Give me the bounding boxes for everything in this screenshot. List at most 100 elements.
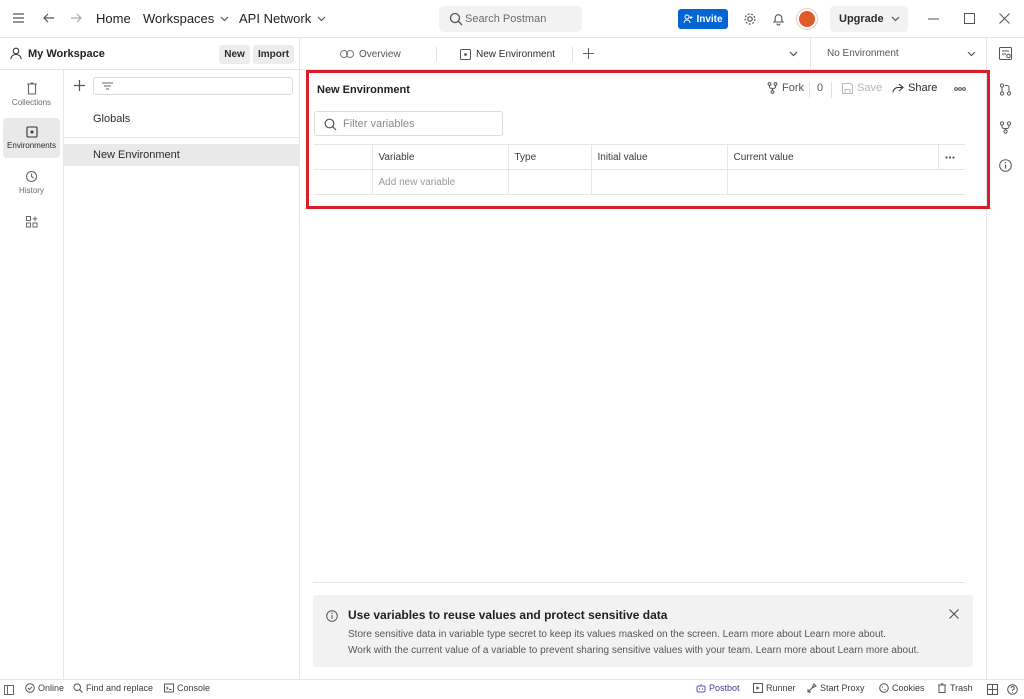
banner-divider <box>313 582 965 583</box>
fork-count[interactable]: 0 <box>817 82 823 94</box>
column-header-current-value: Current value <box>726 144 938 170</box>
tab-new-environment[interactable]: New Environment <box>460 38 555 70</box>
workspace-name: My Workspace <box>28 48 105 60</box>
upgrade-button[interactable]: Upgrade <box>830 6 908 32</box>
tab-separator <box>572 47 573 61</box>
share-arrow-icon <box>892 83 904 93</box>
runner-play-icon <box>753 683 763 693</box>
search-icon <box>449 12 463 26</box>
sidebar-divider <box>64 137 300 138</box>
tab-overview-label: Overview <box>359 48 401 60</box>
start-proxy-button[interactable]: Start Proxy <box>807 683 865 693</box>
share-button[interactable]: Share <box>892 82 937 94</box>
api-network-menu[interactable]: API Network <box>239 11 326 26</box>
filter-lines-icon <box>102 82 113 90</box>
runner-button[interactable]: Runner <box>753 683 796 693</box>
postbot-icon <box>696 684 706 693</box>
notifications-bell-icon[interactable] <box>772 12 785 26</box>
minimize-window-icon[interactable] <box>928 18 939 20</box>
initial-value-cell[interactable] <box>590 169 727 195</box>
title-bar: Home Workspaces API Network Search Postm… <box>0 0 1024 38</box>
overview-icon <box>340 50 354 58</box>
chevron-down-icon <box>220 16 229 21</box>
save-button[interactable]: Save <box>842 82 882 94</box>
info-icon <box>326 610 338 622</box>
user-avatar[interactable] <box>797 9 817 29</box>
column-header-variable: Variable <box>371 144 508 170</box>
cookies-button[interactable]: Cookies <box>879 683 925 693</box>
invite-button[interactable]: Invite <box>678 9 728 29</box>
forward-arrow-icon[interactable] <box>70 12 83 24</box>
type-cell[interactable] <box>507 169 591 195</box>
new-tab-plus-icon[interactable] <box>583 48 594 59</box>
filter-variables-placeholder: Filter variables <box>343 117 415 130</box>
environment-title[interactable]: New Environment <box>317 84 410 96</box>
tab-list-chevron-icon[interactable] <box>789 51 798 57</box>
add-user-icon <box>683 14 693 24</box>
column-options-icon[interactable] <box>944 155 955 159</box>
info-icon[interactable] <box>999 159 1012 172</box>
fork-icon[interactable] <box>999 121 1012 134</box>
rail-item-history[interactable]: History <box>3 162 60 202</box>
postbot-button[interactable]: Postbot <box>696 683 740 693</box>
runner-label: Runner <box>766 683 796 693</box>
save-disk-icon <box>842 82 853 94</box>
settings-gear-icon[interactable] <box>743 12 757 26</box>
workspace-header: My Workspace New Import <box>0 38 300 70</box>
add-new-variable-input[interactable]: Add new variable <box>371 169 508 195</box>
rail-item-environments[interactable]: Environments <box>3 118 60 158</box>
fork-icon <box>767 82 778 94</box>
environments-sidebar: Globals New Environment <box>64 70 300 679</box>
proxy-icon <box>807 683 817 693</box>
back-arrow-icon[interactable] <box>42 12 55 24</box>
sidebar-item-globals[interactable]: Globals <box>64 108 300 130</box>
close-icon[interactable] <box>949 609 959 619</box>
rail-configure-apps-icon[interactable] <box>3 210 60 234</box>
console-label: Console <box>177 683 211 693</box>
rail-item-collections[interactable]: Collections <box>3 74 60 114</box>
new-button[interactable]: New <box>219 45 250 64</box>
table-header-row: Variable Type Initial value Current valu… <box>314 144 965 170</box>
current-value-cell[interactable] <box>726 169 938 195</box>
environment-editor: New Environment Fork 0 Save Share Filter… <box>300 70 990 679</box>
close-window-icon[interactable] <box>999 13 1010 24</box>
find-replace-label: Find and replace <box>86 683 154 693</box>
workspaces-menu[interactable]: Workspaces <box>143 11 229 26</box>
left-rail: Collections Environments History <box>0 70 64 679</box>
fork-button[interactable]: Fork <box>767 82 804 94</box>
sidebar-item-new-environment[interactable]: New Environment <box>64 144 300 166</box>
console-button[interactable]: Console <box>164 683 210 693</box>
hamburger-menu-icon[interactable] <box>12 12 25 24</box>
action-separator <box>831 82 832 98</box>
environment-quick-look-icon[interactable] <box>999 47 1012 60</box>
checkbox-column-header <box>314 144 372 170</box>
search-input[interactable]: Search Postman <box>439 6 582 32</box>
column-header-type: Type <box>507 144 591 170</box>
start-proxy-label: Start Proxy <box>820 683 865 693</box>
toggle-sidebar-icon[interactable] <box>4 685 14 695</box>
info-banner: Use variables to reuse values and protec… <box>313 595 973 667</box>
maximize-window-icon[interactable] <box>964 13 975 24</box>
online-status[interactable]: Online <box>25 683 64 693</box>
rail-label-environments: Environments <box>7 141 56 150</box>
tab-overview[interactable]: Overview <box>340 38 401 70</box>
trash-button[interactable]: Trash <box>937 683 973 693</box>
tab-new-environment-label: New Environment <box>476 48 555 60</box>
pull-request-icon[interactable] <box>999 83 1012 96</box>
layout-grid-icon[interactable] <box>987 684 998 695</box>
banner-text-line-2: Work with the current value of a variabl… <box>348 645 920 656</box>
add-plus-icon[interactable] <box>74 80 85 91</box>
sidebar-filter-input[interactable] <box>93 77 293 95</box>
environment-icon <box>460 48 471 60</box>
filter-variables-input[interactable]: Filter variables <box>314 111 503 136</box>
help-icon[interactable] <box>1007 684 1018 695</box>
rail-label-collections: Collections <box>11 97 52 107</box>
find-replace-button[interactable]: Find and replace <box>73 683 153 693</box>
table-row: Add new variable <box>314 169 965 195</box>
home-link[interactable]: Home <box>96 11 131 26</box>
postbot-label: Postbot <box>709 683 740 693</box>
more-options-icon[interactable] <box>954 87 966 91</box>
environment-selector[interactable]: No Environment <box>810 38 986 70</box>
online-label: Online <box>38 683 65 693</box>
import-button[interactable]: Import <box>253 45 294 64</box>
